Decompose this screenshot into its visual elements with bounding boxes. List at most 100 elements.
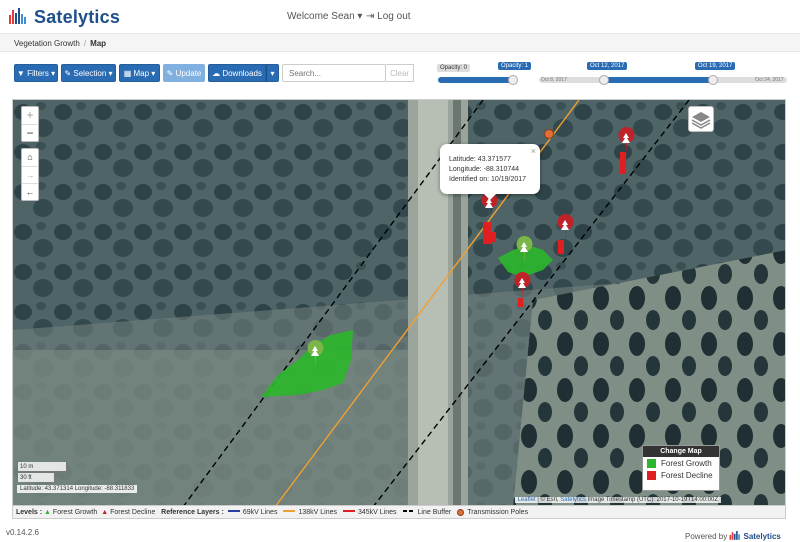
opacity-value-label: Opacity: 1 [498,62,532,70]
downloads-dropdown-toggle[interactable]: ▾ [266,64,279,82]
levels-legend-bar: Levels : ▲ Forest Growth ▲ Forest Declin… [12,506,786,519]
satelytics-logo-icon [9,8,26,24]
date-start-handle[interactable] [599,75,609,85]
date-max-label: Oct 24, 2017 [755,77,784,83]
downloads-label: Downloads [222,68,262,78]
legend-item-forest-decline: Forest Decline [643,469,719,481]
ref-345kv: 345kV Lines [357,508,397,516]
filters-label: Filters [27,68,49,78]
search-input[interactable] [282,64,386,82]
back-arrow-icon[interactable]: ← [22,183,38,200]
map-attribution: Leaflet | © Esri, Satelytics Image Times… [514,497,721,503]
line-swatch [227,510,240,512]
date-min-label: Oct 8, 2017 [541,77,567,83]
popup-tip [484,194,496,200]
map-label: Map [133,68,150,78]
update-label: Update [175,68,202,78]
map-scale: 10 m 30 ft [17,462,67,482]
selection-icon: ✎ [64,68,72,78]
scale-imperial: 30 ft [17,472,55,482]
layers-button[interactable] [688,106,714,132]
zoom-out-button[interactable]: − [22,124,38,141]
tree-icon: ▲ [44,508,51,516]
powered-by-label: Powered by [685,531,728,541]
legend-label: Forest Decline [661,470,713,480]
ref-line-buffer: Line Buffer [417,508,452,516]
opacity-slider-track[interactable] [438,77,514,83]
downloads-button[interactable]: ☁ Downloads [208,64,266,82]
date-slider-range [604,77,714,83]
tree-icon: ▲ [101,508,109,516]
clear-button[interactable]: Clear [386,64,414,82]
popup-identified-date: Identified on: 10/19/2017 [449,176,527,183]
powered-by-brand[interactable]: Satelytics [743,532,780,541]
app-header: Satelytics Welcome Sean ▾ ⇥ Log out [0,0,800,34]
reference-layers-label: Reference Layers : [161,508,224,516]
ref-transmission-poles: Transmission Poles [467,508,529,516]
zoom-control: + − [21,106,39,142]
breadcrumb-current: Map [90,39,107,48]
popup-close-button[interactable]: × [531,146,536,156]
line-swatch [402,510,415,512]
map-view[interactable]: + − ⌂ → ← × Latitude: 43.371577 Longitud… [12,99,786,506]
pencil-icon: ✎ [166,68,174,78]
satelytics-link[interactable]: Satelytics [560,497,586,503]
level-forest-decline: Forest Decline [110,508,156,516]
levels-label: Levels : [16,508,43,516]
user-menu[interactable]: Welcome Sean ▾ [287,11,362,22]
forward-arrow-icon[interactable]: → [22,166,38,183]
powered-by: Powered by Satelytics [685,530,781,542]
image-timestamp: Image Timestamp (UTC): 2017-10-19T14:00:… [587,497,718,503]
line-swatch [283,510,296,512]
esri-attribution: © Esri, [540,497,559,503]
user-menu-label: Welcome Sean [287,11,355,22]
caret-down-icon: ▾ [357,11,363,22]
selection-label: Selection [73,68,107,78]
map-button[interactable]: ▦ Map ▾ [119,64,160,82]
opacity-slider-handle[interactable] [508,75,518,85]
cursor-coordinates: Latitude: 43.371314 Longitude: -88.31183… [17,485,138,493]
transmission-pole-icon [457,508,465,516]
level-forest-growth: Forest Growth [52,508,98,516]
satelytics-logo[interactable]: Satelytics [8,6,120,28]
scale-metric: 10 m [17,462,67,472]
line-swatch [342,510,355,512]
selection-button[interactable]: ✎ Selection ▾ [61,64,116,82]
filter-icon: ▼ [16,68,25,78]
breadcrumb: Vegetation Growth / Map [0,34,800,52]
satelytics-logo-icon [730,531,741,540]
ref-69kv: 69kV Lines [242,508,278,516]
legend-swatch [647,470,656,480]
breadcrumb-separator: / [83,39,87,48]
legend-item-forest-growth: Forest Growth [643,457,719,469]
change-map-legend: Change Map Forest Growth Forest Decline [642,445,720,491]
legend-swatch [647,458,656,468]
navigation-control: ⌂ → ← [21,148,39,201]
cloud-download-icon: ☁ [212,68,221,78]
filters-button[interactable]: ▼ Filters ▾ [14,64,58,82]
date-end-label: Oct 19, 2017 [695,62,736,70]
map-toolbar: ▼ Filters ▾ ✎ Selection ▾ ▦ Map ▾ ✎ Upda… [0,52,800,96]
update-button[interactable]: ✎ Update [163,64,205,82]
zoom-in-button[interactable]: + [22,107,38,124]
legend-title: Change Map [643,446,719,457]
date-start-label: Oct 12, 2017 [587,62,628,70]
logout-icon: ⇥ [366,11,375,22]
logout-label: Log out [377,11,411,22]
opacity-min-label: Opacity: 0 [437,64,471,72]
popup-longitude: Longitude: -88.310744 [449,166,520,173]
home-icon[interactable]: ⌂ [22,149,38,166]
brand-name: Satelytics [34,6,121,27]
layers-icon [691,112,711,129]
marker-popup: × Latitude: 43.371577 Longitude: -88.310… [440,144,540,200]
map-icon: ▦ [123,68,132,78]
app-version: v0.14.2.6 [6,528,39,537]
legend-label: Forest Growth [661,458,712,468]
date-end-handle[interactable] [708,75,718,85]
logout-link[interactable]: ⇥ Log out [366,11,411,22]
breadcrumb-parent[interactable]: Vegetation Growth [14,39,80,48]
caret-down-icon: ▾ [270,68,275,78]
popup-latitude: Latitude: 43.371577 [449,156,511,163]
leaflet-link[interactable]: Leaflet [518,497,536,503]
ref-138kv: 138kV Lines [298,508,337,516]
